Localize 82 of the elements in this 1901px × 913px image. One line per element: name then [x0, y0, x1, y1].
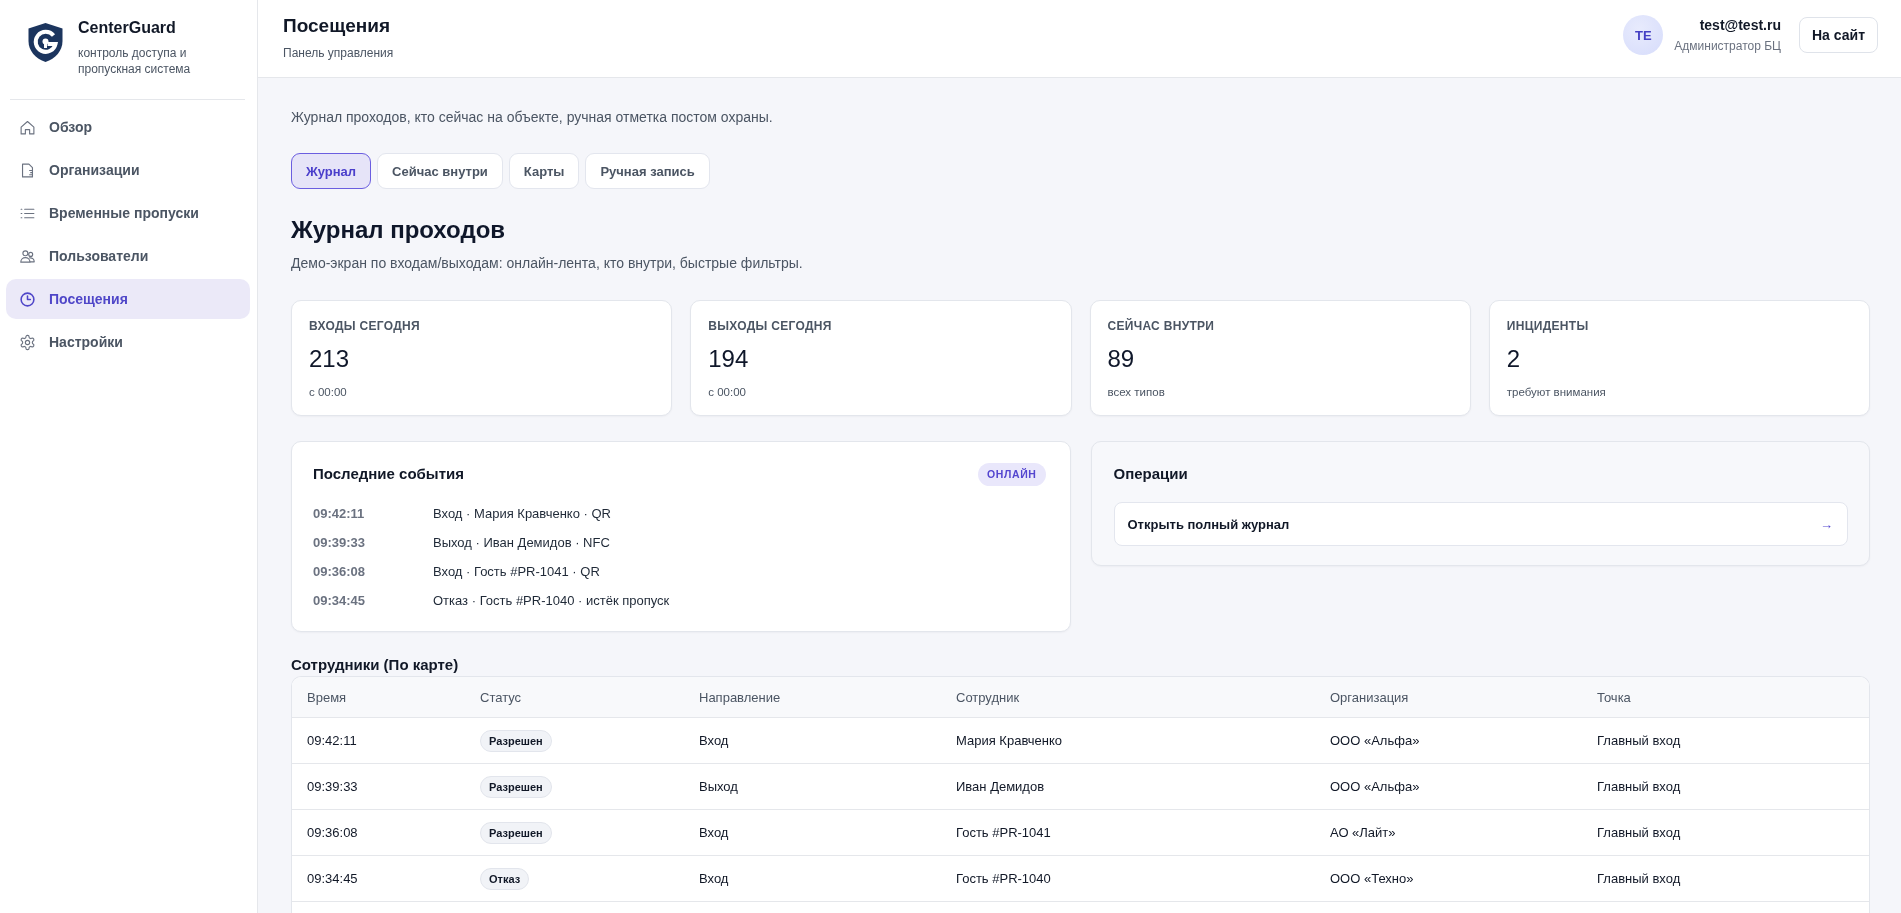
nav-item[interactable]: Временные пропуски [6, 193, 250, 233]
table-cell: Гость #PR-1041 [941, 809, 1315, 856]
table-title: Сотрудники (По карте) [291, 655, 460, 675]
status-badge: Разрешен [480, 729, 552, 752]
tab[interactable]: Сейчас внутри [377, 153, 503, 189]
event-time: 09:39:33 [313, 535, 367, 550]
user-email: test@test.ru [1698, 16, 1781, 34]
shield-logo-icon [27, 22, 64, 63]
table-cell: Мария Кравченко [941, 717, 1315, 764]
column-header: Сотрудник [941, 677, 1315, 718]
column-header: Организация [1315, 677, 1582, 718]
operations-title: Операции [1113, 464, 1188, 484]
table-cell: 09:34:45 [292, 855, 465, 902]
table-cell: Главный вход [1582, 855, 1869, 902]
home-icon [19, 118, 36, 136]
table-cell: Иван Демидов [941, 763, 1315, 810]
user-avatar: TE [1623, 15, 1664, 55]
stat-value: 213 [309, 344, 351, 374]
stat-note: требуют внимания [1506, 385, 1607, 400]
table-cell: ООО «Альфа» [1315, 717, 1582, 764]
table-cell: ООО «Альфа» [1315, 763, 1582, 810]
table-cell: Главный вход [1582, 763, 1869, 810]
status-badge: Разрешен [480, 821, 552, 844]
user-role: Администратор БЦ [1674, 38, 1781, 54]
page-subtitle: Панель управления [283, 45, 394, 61]
table-cell: 09:42:11 [292, 717, 465, 764]
nav-item[interactable]: Организации [6, 150, 250, 190]
table-cell: Выход [684, 763, 941, 810]
stat-note: всех типов [1107, 385, 1166, 400]
nav-item[interactable]: Посещения [6, 279, 250, 319]
document-icon [19, 161, 36, 179]
clock-icon [19, 290, 36, 308]
stat-note: с 00:00 [708, 385, 747, 400]
stat-label: ИНЦИДЕНТЫ [1506, 318, 1590, 334]
stat-label: СЕЙЧАС ВНУТРИ [1107, 318, 1216, 334]
event-text: Отказ · Гость #PR-1040 · истёк пропуск [433, 593, 670, 608]
stat-label: ВХОДЫ СЕГОДНЯ [309, 318, 421, 334]
page-title: Посещения [283, 14, 391, 38]
site-button[interactable]: На сайт [1799, 17, 1878, 53]
table-cell: Главный вход [1582, 717, 1869, 764]
nav-item[interactable]: Настройки [6, 322, 250, 362]
column-header: Статус [465, 677, 684, 718]
event-text: Вход · Мария Кравченко · QR [433, 506, 611, 521]
column-header: Направление [684, 677, 941, 718]
table-cell: 09:39:33 [292, 763, 465, 810]
events-title: Последние события [313, 464, 464, 484]
table-cell: Гость #PR-1040 [941, 855, 1315, 902]
stat-value: 2 [1506, 344, 1522, 374]
nav-item[interactable]: Пользователи [6, 236, 250, 276]
status-badge: Разрешен [480, 775, 552, 798]
stat-note: с 00:00 [309, 385, 348, 400]
section-title: Журнал проходов [291, 215, 507, 245]
stat-label: ВЫХОДЫ СЕГОДНЯ [708, 318, 833, 334]
tab[interactable]: Журнал [291, 153, 372, 189]
event-time: 09:42:11 [313, 506, 366, 521]
stat-value: 194 [708, 344, 750, 374]
event-time: 09:34:45 [313, 593, 367, 608]
column-header: Время [292, 677, 465, 718]
table-cell: ООО «Техно» [1315, 855, 1582, 902]
event-text: Выход · Иван Демидов · NFC [433, 535, 610, 550]
event-time: 09:36:08 [313, 564, 367, 579]
table-cell: Вход [684, 717, 941, 764]
brand-tagline: контроль доступа и пропускная система [78, 45, 192, 77]
status-badge: Отказ [480, 867, 530, 890]
event-text: Вход · Гость #PR-1041 · QR [433, 564, 600, 579]
intro-text: Журнал проходов, кто сейчас на объекте, ручная отметка постом охраны. [291, 108, 774, 127]
table-cell: 09:36:08 [292, 809, 465, 856]
section-subtitle: Демо-экран по входам/выходам: онлайн-лента, кто внутри, быстрые фильтры. [291, 254, 804, 273]
gear-icon [19, 333, 36, 351]
stat-value: 89 [1107, 344, 1136, 374]
tab[interactable]: Ручная запись [585, 153, 710, 189]
users-icon [19, 247, 36, 265]
table-cell: Главный вход [1582, 809, 1869, 856]
online-badge: ОНЛАЙН [978, 462, 1046, 486]
column-header: Точка [1582, 677, 1869, 718]
table-cell: АО «Лайт» [1315, 809, 1582, 856]
brand-name: CenterGuard [78, 18, 177, 38]
open-log-button[interactable]: Открыть полный журнал → [1113, 502, 1848, 546]
tab[interactable]: Карты [508, 153, 580, 189]
table-cell: Вход [684, 855, 941, 902]
table-cell: Вход [684, 809, 941, 856]
nav-item[interactable]: Обзор [6, 107, 250, 147]
